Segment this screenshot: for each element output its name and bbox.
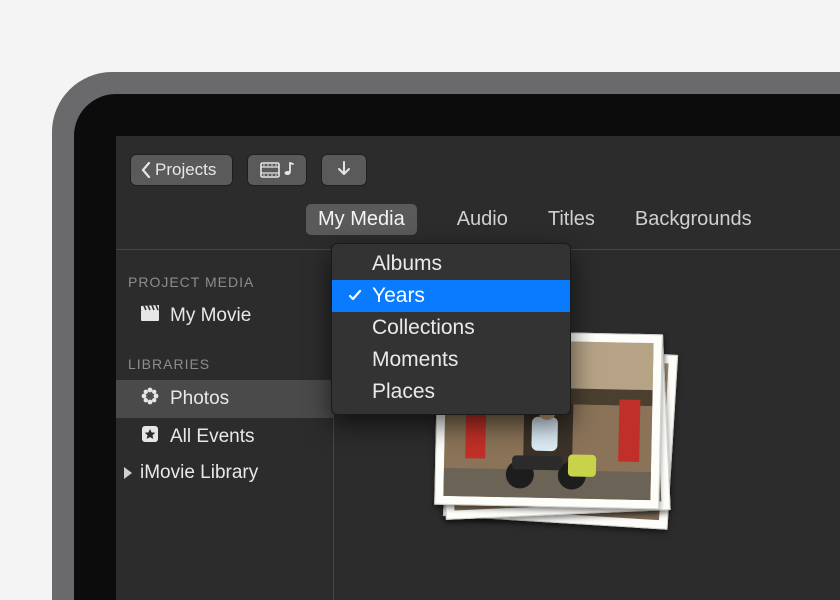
tab-backgrounds[interactable]: Backgrounds — [635, 208, 752, 231]
toolbar: Projects — [116, 136, 840, 204]
view-mode-dropdown[interactable]: Albums Years Collections Moments Places — [331, 243, 571, 415]
menu-item-places[interactable]: Places — [332, 376, 570, 408]
menu-item-label: Moments — [372, 348, 458, 372]
tab-audio[interactable]: Audio — [457, 208, 508, 231]
back-button-label: Projects — [155, 160, 216, 180]
menu-item-label: Collections — [372, 316, 475, 340]
sidebar-item-label: All Events — [170, 426, 254, 448]
import-button[interactable] — [321, 154, 367, 186]
clapperboard-icon — [140, 304, 160, 328]
menu-item-label: Albums — [372, 252, 442, 276]
back-projects-button[interactable]: Projects — [130, 154, 233, 186]
sidebar-item-all-events[interactable]: All Events — [116, 418, 333, 456]
tab-titles[interactable]: Titles — [548, 208, 595, 231]
star-square-icon — [140, 424, 160, 450]
download-arrow-icon — [334, 161, 354, 179]
menu-item-moments[interactable]: Moments — [332, 344, 570, 376]
section-header-project-media: PROJECT MEDIA — [116, 266, 333, 298]
menu-item-collections[interactable]: Collections — [332, 312, 570, 344]
menu-item-label: Years — [372, 284, 425, 308]
sidebar-item-label: iMovie Library — [140, 462, 258, 484]
menu-item-albums[interactable]: Albums — [332, 248, 570, 280]
chevron-left-icon — [141, 162, 151, 178]
section-header-libraries: LIBRARIES — [116, 348, 333, 380]
sidebar: PROJECT MEDIA My Movie LIBRARIES — [116, 250, 334, 600]
photos-flower-icon — [140, 386, 160, 412]
sidebar-item-label: Photos — [170, 388, 229, 410]
filmstrip-music-icon — [260, 160, 294, 180]
sidebar-item-my-movie[interactable]: My Movie — [116, 298, 333, 334]
menu-item-years[interactable]: Years — [332, 280, 570, 312]
check-icon — [346, 289, 364, 303]
sidebar-item-imovie-library[interactable]: iMovie Library — [116, 456, 333, 490]
menu-item-label: Places — [372, 380, 435, 404]
media-browser-button[interactable] — [247, 154, 307, 186]
tab-my-media[interactable]: My Media — [306, 204, 417, 235]
sidebar-item-photos[interactable]: Photos — [116, 380, 333, 418]
sidebar-item-label: My Movie — [170, 305, 251, 327]
disclosure-triangle-icon[interactable] — [124, 467, 132, 479]
